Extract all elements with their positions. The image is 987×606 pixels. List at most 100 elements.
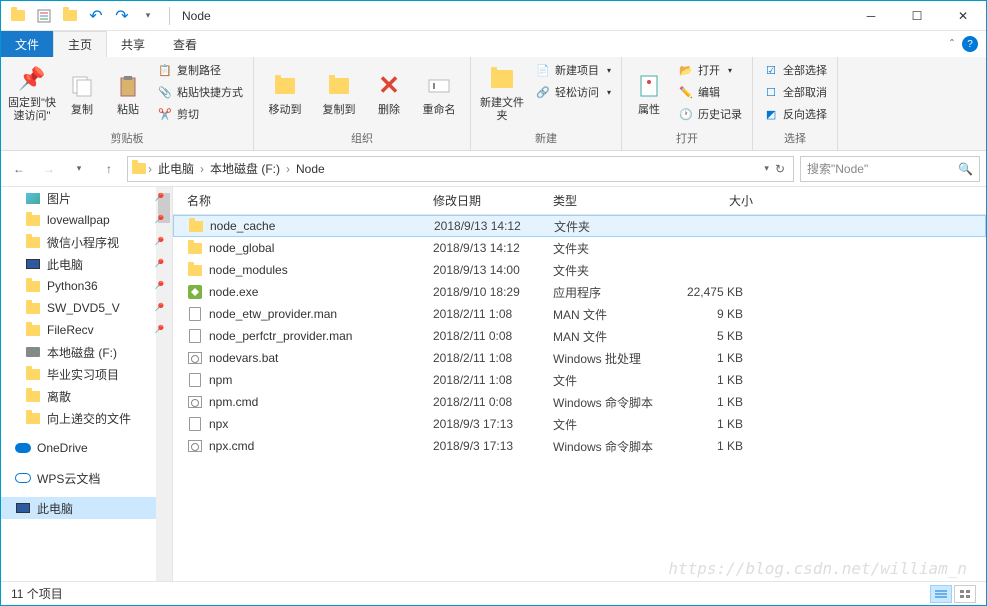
table-row[interactable]: node_cache 2018/9/13 14:12 文件夹 <box>173 215 986 237</box>
copyto-button[interactable]: 复制到 <box>314 59 364 127</box>
pasteshortcut-button[interactable]: 📎粘贴快捷方式 <box>153 81 247 103</box>
sidebar-item[interactable]: 毕业实习项目 <box>1 363 172 385</box>
table-row[interactable]: node_modules 2018/9/13 14:00 文件夹 <box>173 259 986 281</box>
help-icon[interactable]: ? <box>962 36 978 52</box>
explorer-window: ↶ ↷ ▾ Node ─ ☐ ✕ 文件 主页 共享 查看 ˆ ? 📌 固定到"快… <box>0 0 987 606</box>
chevron-right-icon[interactable]: › <box>286 162 290 176</box>
sidebar-item[interactable]: Python36📍 <box>1 275 172 297</box>
col-type[interactable]: 类型 <box>553 192 673 209</box>
sidebar-item[interactable]: OneDrive <box>1 437 172 459</box>
qat-dropdown-icon[interactable]: ▾ <box>137 5 159 27</box>
tab-file[interactable]: 文件 <box>1 31 53 57</box>
copy-icon <box>66 70 98 102</box>
table-row[interactable]: node_perfctr_provider.man 2018/2/11 0:08… <box>173 325 986 347</box>
sidebar-item[interactable]: lovewallpap📍 <box>1 209 172 231</box>
view-details-button[interactable] <box>930 585 952 603</box>
column-headers: 名称 修改日期 类型 大小 <box>173 187 986 215</box>
recent-dropdown[interactable]: ▾ <box>67 157 91 181</box>
properties-icon[interactable] <box>33 5 55 27</box>
pc-icon <box>25 256 41 272</box>
crumb-drive[interactable]: 本地磁盘 (F:) <box>206 160 284 177</box>
newfolder-button[interactable]: 新建文件夹 <box>477 59 527 127</box>
tab-share[interactable]: 共享 <box>107 31 159 57</box>
properties-button[interactable]: 属性 <box>628 59 670 127</box>
file-date: 2018/9/13 14:12 <box>434 219 554 233</box>
search-icon[interactable]: 🔍 <box>958 162 973 176</box>
tab-home[interactable]: 主页 <box>53 31 107 57</box>
open-button[interactable]: 📂打开▾ <box>674 59 746 81</box>
filelist: 名称 修改日期 类型 大小 node_cache 2018/9/13 14:12… <box>173 187 986 581</box>
crumb-folder[interactable]: Node <box>292 162 329 176</box>
sidebar-item[interactable]: FileRecv📍 <box>1 319 172 341</box>
file-icon <box>187 416 203 432</box>
sidebar-item[interactable]: 微信小程序视📍 <box>1 231 172 253</box>
easyaccess-button[interactable]: 🔗轻松访问▾ <box>531 81 615 103</box>
new-folder-icon[interactable] <box>59 5 81 27</box>
view-icons-button[interactable] <box>954 585 976 603</box>
bat-icon <box>187 350 203 366</box>
up-button[interactable]: ↑ <box>97 157 121 181</box>
moveto-button[interactable]: 移动到 <box>260 59 310 127</box>
window-controls: ─ ☐ ✕ <box>848 1 986 31</box>
selectnone-button[interactable]: ☐全部取消 <box>759 81 831 103</box>
breadcrumb[interactable]: › 此电脑 › 本地磁盘 (F:) › Node ▾ ↻ <box>127 156 794 182</box>
cut-button[interactable]: ✂️剪切 <box>153 103 247 125</box>
sidebar-item[interactable]: 本地磁盘 (F:) <box>1 341 172 363</box>
img-icon <box>25 190 41 206</box>
window-title: Node <box>174 9 848 23</box>
selectall-button[interactable]: ☑全部选择 <box>759 59 831 81</box>
collapse-ribbon-icon[interactable]: ˆ <box>950 37 954 51</box>
chevron-right-icon[interactable]: › <box>200 162 204 176</box>
sidebar-item[interactable]: SW_DVD5_V📍 <box>1 297 172 319</box>
search-input[interactable]: 搜索"Node" 🔍 <box>800 156 980 182</box>
table-row[interactable]: node_global 2018/9/13 14:12 文件夹 <box>173 237 986 259</box>
history-icon: 🕐 <box>678 106 694 122</box>
file-name: nodevars.bat <box>209 351 433 365</box>
delete-icon: ✕ <box>373 70 405 102</box>
history-button[interactable]: 🕐历史记录 <box>674 103 746 125</box>
edit-button[interactable]: ✏️编辑 <box>674 81 746 103</box>
sidebar-item[interactable]: 向上递交的文件 <box>1 407 172 429</box>
chevron-right-icon[interactable]: › <box>148 162 152 176</box>
tab-view[interactable]: 查看 <box>159 31 211 57</box>
invertsel-button[interactable]: ◩反向选择 <box>759 103 831 125</box>
crumb-pc[interactable]: 此电脑 <box>154 160 198 177</box>
sidebar-item[interactable]: 图片📍 <box>1 187 172 209</box>
table-row[interactable]: nodevars.bat 2018/2/11 1:08 Windows 批处理 … <box>173 347 986 369</box>
sidebar-item[interactable]: 此电脑 <box>1 497 172 519</box>
table-row[interactable]: npm 2018/2/11 1:08 文件 1 KB <box>173 369 986 391</box>
redo-icon[interactable]: ↷ <box>111 5 133 27</box>
undo-icon[interactable]: ↶ <box>85 5 107 27</box>
col-size[interactable]: 大小 <box>673 192 753 209</box>
table-row[interactable]: node.exe 2018/9/10 18:29 应用程序 22,475 KB <box>173 281 986 303</box>
folder-icon <box>187 262 203 278</box>
col-date[interactable]: 修改日期 <box>433 192 553 209</box>
maximize-button[interactable]: ☐ <box>894 1 940 31</box>
rename-button[interactable]: 重命名 <box>414 59 464 127</box>
file-name: npx.cmd <box>209 439 433 453</box>
sidebar-item[interactable]: 离散 <box>1 385 172 407</box>
col-name[interactable]: 名称 <box>173 192 433 209</box>
table-row[interactable]: npx.cmd 2018/9/3 17:13 Windows 命令脚本 1 KB <box>173 435 986 457</box>
sidebar-item[interactable]: 此电脑📍 <box>1 253 172 275</box>
table-row[interactable]: node_etw_provider.man 2018/2/11 1:08 MAN… <box>173 303 986 325</box>
table-row[interactable]: npm.cmd 2018/2/11 0:08 Windows 命令脚本 1 KB <box>173 391 986 413</box>
pin-quickaccess-button[interactable]: 📌 固定到"快速访问" <box>7 59 57 127</box>
newitem-button[interactable]: 📄新建项目▾ <box>531 59 615 81</box>
selectnone-icon: ☐ <box>763 84 779 100</box>
back-button[interactable]: ← <box>7 157 31 181</box>
sidebar-item[interactable]: WPS云文档 <box>1 467 172 489</box>
file-date: 2018/9/13 14:00 <box>433 263 553 277</box>
copypath-button[interactable]: 📋复制路径 <box>153 59 247 81</box>
chevron-down-icon[interactable]: ▾ <box>764 163 769 174</box>
close-button[interactable]: ✕ <box>940 1 986 31</box>
forward-button[interactable]: → <box>37 157 61 181</box>
file-type: MAN 文件 <box>553 328 673 345</box>
refresh-icon[interactable]: ↻ <box>775 162 785 176</box>
copy-button[interactable]: 复制 <box>61 59 103 127</box>
paste-button[interactable]: 粘贴 <box>107 59 149 127</box>
minimize-button[interactable]: ─ <box>848 1 894 31</box>
delete-button[interactable]: ✕ 删除 <box>368 59 410 127</box>
search-placeholder: 搜索"Node" <box>807 160 868 177</box>
table-row[interactable]: npx 2018/9/3 17:13 文件 1 KB <box>173 413 986 435</box>
